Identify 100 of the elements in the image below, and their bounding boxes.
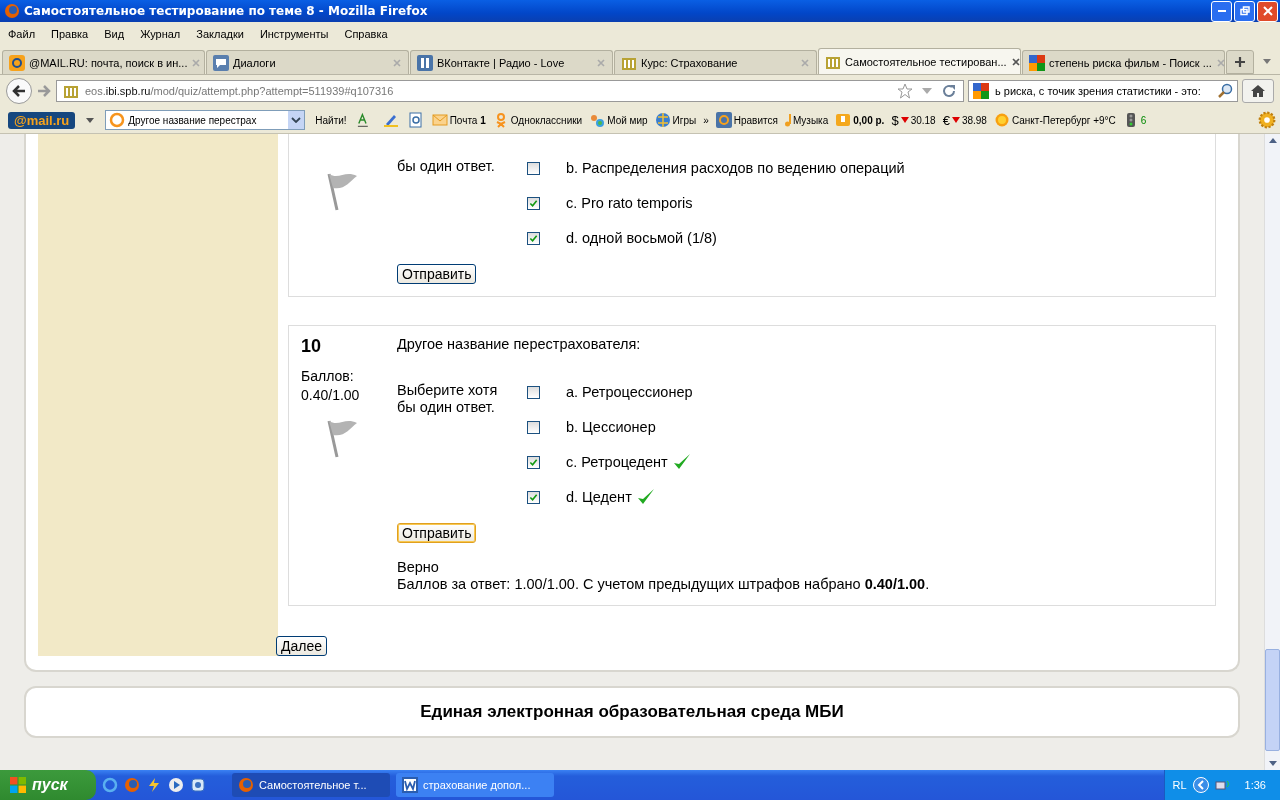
menu-item[interactable]: Справка [336,28,396,40]
menu-item[interactable]: Инструменты [251,28,337,40]
grade-label: Баллов: [301,367,355,386]
building-icon [63,83,79,99]
firefox-icon [4,3,20,19]
toolbar-item[interactable]: 6 [1122,112,1147,128]
address-field[interactable]: eos.ibi.spb.ru/mod/quiz/attempt.php?attempt=511939#q107316 [56,80,964,102]
reload-icon[interactable] [941,83,957,99]
start-button[interactable]: пуск [0,770,96,800]
star-icon[interactable] [897,83,913,99]
taskbar-button[interactable]: страхование допол... [396,773,554,797]
chevron-icon[interactable] [1192,777,1209,793]
gear-icon[interactable] [1258,111,1276,129]
scroll-up-icon[interactable] [1268,138,1277,143]
currency-sign: $ [891,112,899,128]
browser-tab[interactable]: Диалоги [206,50,409,74]
search-field[interactable]: ь риска, с точик зрения статистики - это: [968,80,1238,102]
toolbar-item[interactable]: Нравится [715,112,778,128]
down-arrow-icon [951,117,960,123]
home-button[interactable] [1242,79,1274,103]
menu-item[interactable]: Журнал [132,28,189,40]
toolbar-item[interactable]: Игры [654,112,697,128]
toolbar-item[interactable]: 0,00 р. [835,112,885,128]
dropdown-icon[interactable] [86,117,95,123]
sun-icon [993,112,1010,128]
question-number: 10 [301,336,323,357]
back-button[interactable] [6,78,32,104]
checkbox[interactable] [527,385,540,399]
music-note-icon [784,113,791,127]
currency-rate[interactable]: $ 30.18 [891,112,936,128]
checkbox[interactable] [527,231,540,245]
browser-tab[interactable]: Самостоятельное тестирован... [818,48,1021,74]
browser-tab[interactable]: степень риска фильм - Поиск ... [1022,50,1225,74]
toolbar-search-field[interactable]: Другое название перестрах [105,110,306,130]
scroll-down-icon[interactable] [1268,761,1277,766]
toolbar-item[interactable]: Почта 1 [431,112,486,128]
at-sign-icon [109,112,126,128]
menu-item[interactable]: Вид [96,28,133,40]
windows-logo-icon [10,777,26,793]
rate-text: 38.98 [961,114,987,126]
toolbar-item[interactable]: Музыка [784,113,829,127]
instruction-text: бы один ответ. [397,158,496,176]
answer-option: d. одной восьмой (1/8) [566,230,717,246]
checkbox[interactable] [527,420,540,434]
dropdown-button[interactable] [288,111,305,129]
checkbox[interactable] [527,455,540,469]
browser-tab[interactable]: @MAIL.RU: почта, поиск в ин... [2,50,205,74]
tab-list-icon[interactable] [1263,59,1271,64]
restore-icon [1239,6,1250,16]
highlighter-icon[interactable] [381,112,400,128]
browser-globe-icon[interactable] [102,777,118,793]
footer-text: Единая электронная образовательная среда МБИ [420,702,844,722]
mail-logo[interactable]: @mail.ru [8,111,76,129]
play-icon[interactable] [168,777,184,793]
restore-button[interactable] [1234,0,1255,22]
menu-item[interactable]: Правка [43,28,97,40]
rate-text: 30.18 [910,114,936,126]
checkbox[interactable] [527,490,540,504]
close-icon [1262,6,1273,16]
pause-icon [417,54,433,71]
currency-sign: € [942,112,950,128]
next-button[interactable]: Далее [276,636,327,656]
submit-button[interactable]: Отправить [397,264,477,284]
browser-tab[interactable]: Курс: Страхование [614,50,817,74]
answer-option: d. Цедент [566,489,632,505]
magnifier-page-icon[interactable] [406,112,425,128]
grade-value: 0.40/1.00 [301,386,361,405]
answer-option: c. Pro rato temporis [566,195,693,211]
scroll-thumb[interactable] [1265,649,1280,751]
url-text: eos.ibi.spb.ru/mod/quiz/attempt.php?attempt=511939#q107316 [85,85,395,97]
chevron-down-icon [291,117,302,123]
toolbar-item[interactable]: Одноклассники [492,112,583,128]
app-icon[interactable] [190,777,206,793]
toolbar-item[interactable]: Мой мир [589,112,648,128]
close-tab-icon[interactable] [1010,56,1021,67]
people-icon [589,112,606,128]
speech-bubble-icon [213,54,229,71]
minimize-button[interactable] [1211,0,1232,22]
submit-button[interactable]: Отправить [397,523,477,543]
search-icon[interactable] [1217,83,1233,99]
currency-rate[interactable]: € 38.98 [942,112,987,128]
back-arrow-icon [11,83,27,99]
taskbar-button[interactable]: Самостоятельное т... [232,773,390,797]
answer-option: b. Цессионер [566,419,656,435]
more-tools-button[interactable]: » [703,114,709,126]
menu-item[interactable]: Файл [0,28,44,40]
browser-tab[interactable]: ВКонтакте | Радио - Love [410,50,613,74]
checkbox[interactable] [527,196,540,210]
lightning-icon[interactable] [146,777,162,793]
new-tab-button[interactable] [1226,50,1254,74]
instruction-text: Выберите хотя бы один ответ. [397,382,499,417]
close-button[interactable] [1257,0,1278,22]
google-icon [1029,54,1045,71]
menu-item[interactable]: Закладки [188,28,252,40]
toolbar-item[interactable]: Санкт-Петербург +9°C [993,112,1116,128]
find-button[interactable]: Найти! [312,114,350,126]
scrollbar[interactable] [1264,134,1280,770]
google-icon [973,83,989,99]
plus-icon [1234,56,1246,68]
checkbox[interactable] [527,161,540,175]
